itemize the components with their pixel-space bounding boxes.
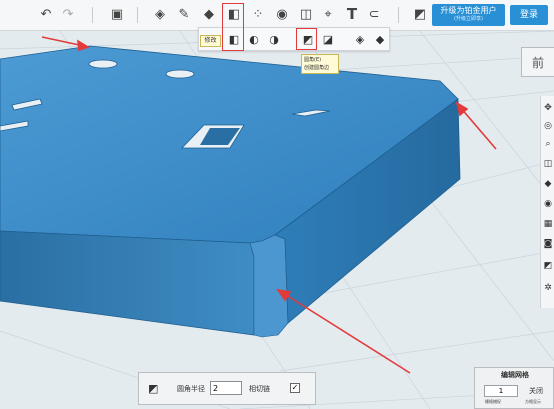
grid-panel-title: 编辑网格 — [501, 371, 529, 379]
tangent-checkbox[interactable]: ✓ — [290, 383, 300, 393]
edit-grid-panel: 编辑网格 1 关闭 栅格捕捉 方格显示 — [474, 367, 554, 409]
orbit-icon[interactable]: ◎ — [542, 120, 554, 132]
shell-icon[interactable]: ◈ — [351, 31, 369, 47]
chamfer-icon[interactable]: ◪ — [319, 31, 337, 47]
snap-icon[interactable]: ◫ — [296, 4, 316, 24]
camera-icon[interactable]: ◙ — [542, 238, 554, 250]
pattern-icon[interactable]: ⁘ — [248, 4, 268, 24]
radius-input[interactable] — [210, 381, 242, 395]
grid-size-input[interactable]: 1 — [484, 385, 518, 397]
split-solid-icon[interactable]: ◆ — [371, 31, 389, 47]
shading-icon[interactable]: ◆ — [542, 178, 554, 190]
combine-icon[interactable]: ◉ — [272, 4, 292, 24]
primitive-icon[interactable]: ◈ — [150, 4, 170, 24]
new-shape-icon[interactable]: ▣ — [107, 4, 127, 24]
tooltip-modify: 修改 — [200, 35, 221, 47]
material-icon[interactable]: ◩ — [410, 4, 430, 24]
grid-icon[interactable]: ▦ — [542, 218, 554, 230]
tweak-icon[interactable]: ◐ — [245, 31, 263, 47]
text-icon[interactable]: T — [342, 4, 362, 24]
magnet-icon[interactable]: ⊂ — [364, 4, 384, 24]
settings-icon[interactable]: ✲ — [542, 282, 554, 294]
pan-icon[interactable]: ✥ — [542, 102, 554, 114]
sketch-icon[interactable]: ✎ — [174, 4, 194, 24]
upgrade-label: 升级为铂金用户 — [440, 6, 497, 15]
toolbar-divider — [398, 7, 399, 23]
upgrade-button[interactable]: 升级为铂金用户 (升级立即享) — [432, 4, 505, 26]
3d-viewport[interactable] — [0, 31, 554, 409]
redo-icon[interactable]: ↷ — [58, 4, 78, 24]
toolbar-divider — [92, 7, 93, 23]
tooltip-fillet-desc: 创建圆角边 — [304, 65, 330, 71]
view-cube[interactable]: 前 — [521, 47, 554, 77]
radius-label: 圆角半径 — [177, 385, 205, 393]
fillet-panel: ◩ 圆角半径 相切链 ✓ — [138, 372, 316, 405]
undo-icon[interactable]: ↶ — [36, 4, 56, 24]
highlight-fillet — [296, 28, 317, 50]
split-face-icon[interactable]: ◑ — [265, 31, 283, 47]
tangent-label: 相切链 — [249, 385, 270, 393]
fillet-tool-icon: ◩ — [148, 382, 159, 395]
view-toolbar: ✥ ◎ ⌕ ◫ ◆ ◉ ▦ ◙ ◩ ✲ — [540, 96, 554, 308]
construct-icon[interactable]: ◆ — [199, 4, 219, 24]
material-view-icon[interactable]: ◩ — [542, 260, 554, 272]
tooltip-fillet: 圆角(E) 创建圆角边 — [301, 54, 339, 74]
login-button[interactable]: 登录 — [510, 5, 548, 25]
highlight-modify — [222, 3, 244, 51]
tooltip-fillet-title: 圆角(E) — [304, 57, 322, 63]
upgrade-sublabel: (升级立即享) — [454, 16, 483, 22]
zoom-icon[interactable]: ⌕ — [542, 138, 554, 150]
grid-toggle[interactable]: 关闭 — [529, 386, 543, 396]
grid-snap-caption: 栅格捕捉 — [485, 399, 501, 404]
grid-display-caption: 方格显示 — [525, 399, 541, 404]
annotation-arrows — [41, 36, 497, 374]
fit-view-icon[interactable]: ◫ — [542, 158, 554, 170]
measure-icon[interactable]: ⌖ — [318, 4, 338, 24]
visibility-icon[interactable]: ◉ — [542, 198, 554, 210]
toolbar-divider — [137, 7, 138, 23]
